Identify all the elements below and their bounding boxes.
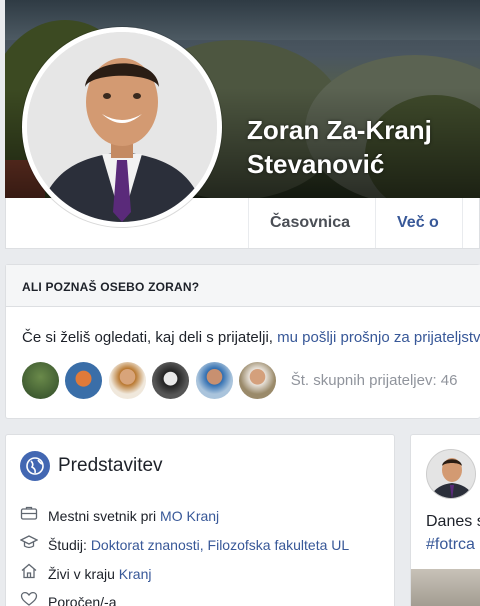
post-card: Danes s #fotrca (410, 434, 480, 606)
intro-lives: Živi v kraju Kranj (19, 563, 151, 582)
post-text: Danes s #fotrca (426, 510, 480, 556)
intro-heading: Predstavitev (20, 451, 163, 481)
lives-prefix: Živi v kraju (48, 566, 119, 582)
profile-name-line1: Zoran Za-Kranj (247, 115, 432, 145)
friend-request-text: Če si želiš ogledati, kaj deli s prijate… (22, 329, 480, 346)
mutual-friend-avatar[interactable] (239, 362, 277, 399)
tab-more[interactable]: Več o (375, 198, 459, 248)
avatar-photo (27, 32, 217, 222)
post-image[interactable] (411, 569, 480, 606)
mutual-friends-row: Št. skupnih prijateljev: 46 (22, 362, 457, 400)
intro-card: Predstavitev Mestni svetnik pri MO Kranj… (5, 434, 395, 606)
intro-study: Študij: Doktorat znanosti, Filozofska fa… (19, 534, 349, 553)
mutual-friend-avatar[interactable] (65, 362, 103, 399)
tab-timeline[interactable]: Časovnica (248, 198, 371, 248)
mutual-friend-avatar[interactable] (22, 362, 59, 399)
friend-request-prefix: Če si želiš ogledati, kaj deli s prijate… (22, 329, 278, 346)
friend-request-heading: ALI POZNAŠ OSEBO ZORAN? (6, 265, 480, 307)
relationship-text: Poročen/-a (48, 594, 117, 606)
post-text-line1: Danes s (426, 513, 480, 530)
intro-title: Predstavitev (58, 455, 163, 476)
post-hashtag[interactable]: #fotrca (426, 536, 475, 553)
intro-work: Mestni svetnik pri MO Kranj (19, 505, 219, 524)
send-friend-request-link[interactable]: mu pošlji prošnjo za prijateljstvo. (277, 329, 480, 346)
avatar-portrait (27, 32, 217, 222)
work-prefix: Mestni svetnik pri (48, 508, 161, 524)
tab-divider (462, 198, 463, 248)
friend-request-card: ALI POZNAŠ OSEBO ZORAN? Če si želiš ogle… (5, 264, 480, 419)
study-prefix: Študij: (48, 537, 91, 553)
graduation-cap-icon (19, 534, 39, 553)
profile-avatar[interactable] (22, 27, 222, 227)
profile-name-line2: Stevanović (247, 149, 385, 179)
mutual-friend-avatar[interactable] (152, 362, 190, 399)
lives-link[interactable]: Kranj (119, 566, 152, 582)
study-link[interactable]: Doktorat znanosti, Filozofska fakulteta … (91, 537, 349, 553)
profile-name[interactable]: Zoran Za-Kranj Stevanović (247, 113, 432, 181)
home-icon (19, 563, 39, 582)
work-link[interactable]: MO Kranj (160, 508, 219, 524)
intro-relationship: Poročen/-a (19, 591, 116, 606)
briefcase-icon (19, 505, 39, 524)
globe-icon (20, 451, 50, 481)
heart-icon (19, 591, 39, 606)
post-author-avatar[interactable] (426, 449, 476, 499)
mutual-friend-avatar[interactable] (108, 362, 146, 399)
mutual-friends-count[interactable]: Št. skupnih prijateljev: 46 (291, 372, 458, 389)
mutual-friend-avatar[interactable] (195, 362, 233, 399)
